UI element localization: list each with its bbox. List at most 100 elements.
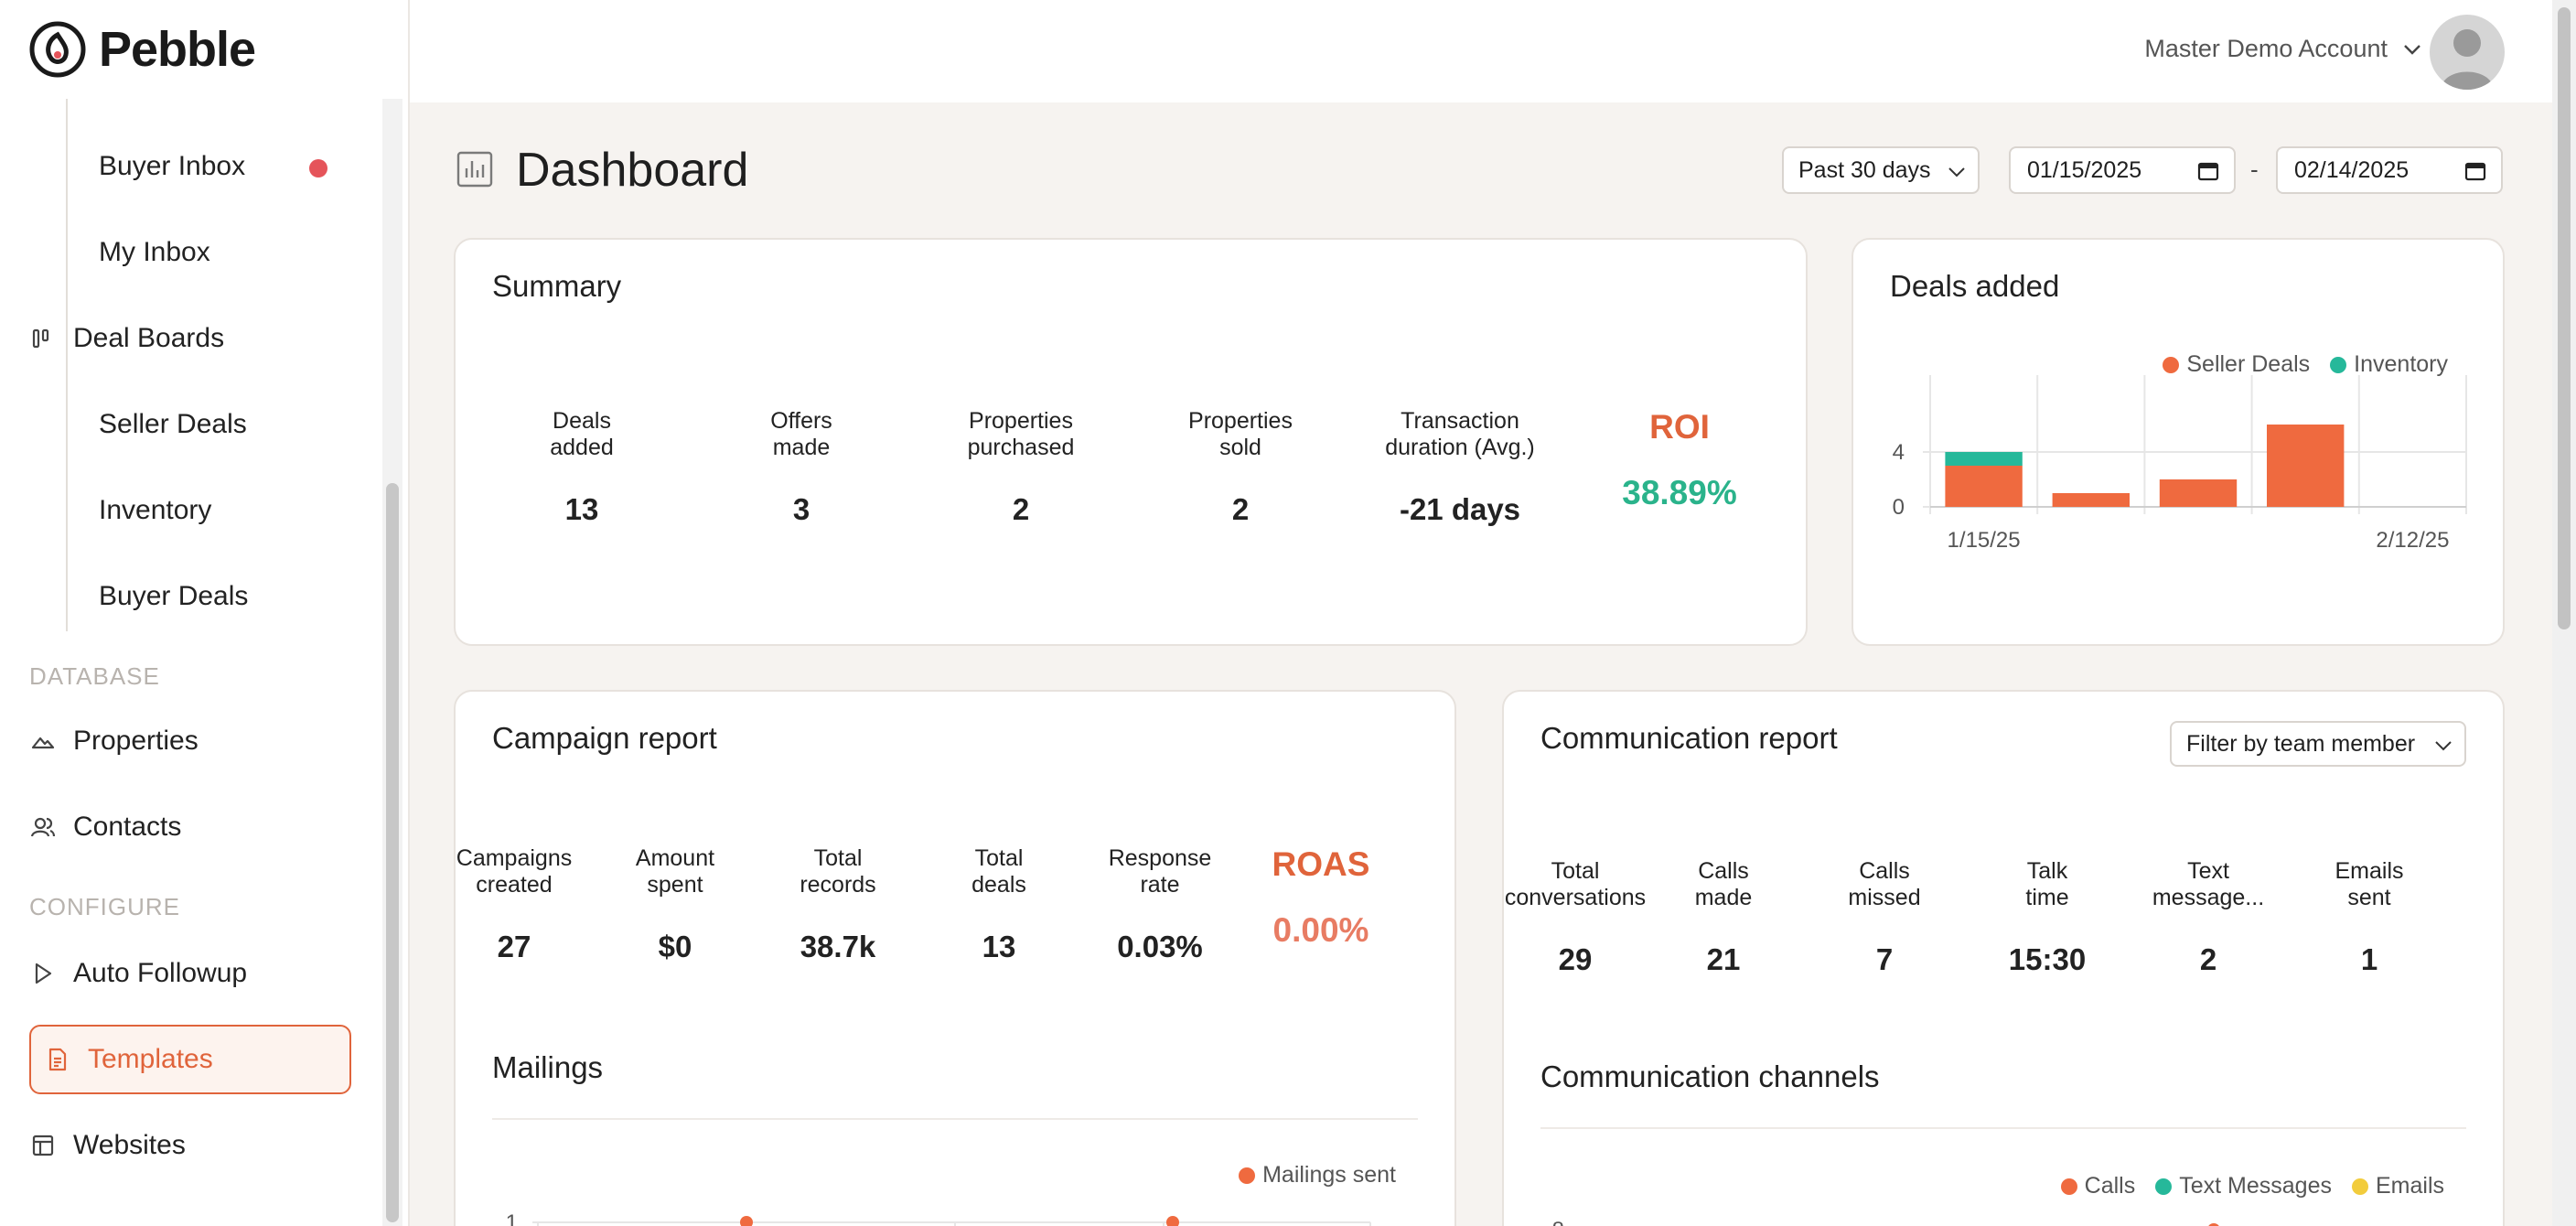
layout-icon [29,1132,57,1159]
metric-value: 3 [792,492,810,526]
date-to-input[interactable]: 02/14/2025 [2276,146,2503,194]
metric-label: created [476,872,553,898]
sidebar-item-label: My Inbox [99,237,210,267]
channels-chart: 8 [1552,1218,2219,1226]
top-bar: Master Demo Account [410,0,2552,102]
channels-legend: Calls Text Messages Emails [2060,1173,2444,1199]
legend-swatch-seller [2163,356,2180,373]
metric-total-deals: Total deals 13 [907,845,1090,964]
y-tick-label: 1 [506,1210,518,1226]
team-member-filter[interactable]: Filter by team member [2170,721,2466,767]
sidebar-item-auto-followup[interactable]: Auto Followup [29,939,351,1008]
users-icon [29,813,57,841]
metric-label: Text [2187,858,2229,884]
columns-icon [29,325,57,352]
metric-label: conversations [1504,885,1647,910]
metric-label: spent [647,872,703,898]
metric-total-records: Total records 38.7k [746,845,929,964]
metric-talk-time: Talk time 15:30 [1956,858,2139,977]
summary-title: Summary [492,269,622,303]
legend-label-emails[interactable]: Emails [2376,1173,2444,1199]
metric-properties-sold: Properties sold 2 [1149,408,1332,527]
legend-swatch-mailings [1239,1167,1256,1184]
sidebar-item-label: Contacts [73,812,182,842]
date-range-select[interactable]: Past 30 days [1782,146,1980,194]
legend-label-calls[interactable]: Calls [2085,1173,2136,1199]
metric-roas: ROAS 0.00% [1229,845,1412,950]
sidebar-item-templates[interactable]: Templates [29,1025,351,1094]
metric-label: Deals [553,408,611,434]
sidebar-item-deal-boards[interactable]: Deal Boards [29,304,351,373]
metric-label: deals [971,872,1026,898]
sidebar-item-seller-deals[interactable]: Seller Deals [99,390,351,459]
sidebar: Pebble Buyer Inbox My Inbox Deal Boards … [0,0,410,1226]
app-name: Pebble [99,22,256,77]
sidebar-item-buyer-inbox[interactable]: Buyer Inbox [99,132,351,201]
metric-value: 15:30 [2008,942,2087,976]
metric-label: Response [1108,845,1212,871]
deals-added-title: Deals added [1890,269,2060,303]
metric-offers-made: Offers made 3 [710,408,893,527]
date-from-value: 01/15/2025 [2027,156,2142,183]
app-logo[interactable]: Pebble [27,20,256,79]
page-title: Dashboard [516,144,749,197]
metric-transaction-duration: Transaction duration (Avg.) -21 days [1368,408,1551,527]
metric-value: -21 days [1399,492,1521,526]
metric-label: made [772,435,831,460]
metric-label: Emails [2334,858,2404,884]
metric-label: Total [813,845,863,871]
sidebar-scroll-thumb[interactable] [386,483,399,1222]
date-to-value: 02/14/2025 [2294,156,2410,183]
play-icon [29,960,57,987]
filter-label: Filter by team member [2186,730,2416,757]
legend-swatch-calls [2060,1178,2077,1195]
sidebar-item-label: Auto Followup [73,958,248,988]
metric-label: duration (Avg.) [1385,435,1535,460]
metric-label: purchased [967,435,1075,460]
sidebar-item-inventory[interactable]: Inventory [99,476,351,545]
legend-swatch-inventory [2330,356,2347,373]
y-tick-label: 4 [1893,440,1905,465]
document-icon [44,1046,71,1073]
sidebar-scrollbar[interactable] [382,99,402,1226]
sidebar-item-websites[interactable]: Websites [29,1111,351,1180]
account-name: Master Demo Account [2144,35,2388,62]
page-scrollbar[interactable] [2552,0,2576,1226]
metric-label: sold [1219,435,1261,460]
x-tick-label: 1/15/25 [1948,528,2021,553]
sidebar-item-label: Seller Deals [99,409,247,439]
metric-properties-purchased: Properties purchased 2 [929,408,1112,527]
legend-swatch-texts [2155,1178,2173,1195]
campaign-title: Campaign report [492,721,717,755]
page-scroll-thumb[interactable] [2558,7,2571,629]
metric-deals-added: Deals added 13 [490,408,673,527]
sidebar-item-my-inbox[interactable]: My Inbox [99,218,351,287]
date-range-value: Past 30 days [1798,156,1931,183]
metric-label: Total [1551,858,1600,884]
legend-label-mailings[interactable]: Mailings sent [1262,1162,1396,1188]
mailings-chart: 1 [506,1210,1371,1226]
unread-dot [309,159,327,177]
metric-value: 21 [1706,942,1741,976]
sidebar-item-label: Buyer Inbox [99,151,246,181]
data-point-mailings [1166,1216,1179,1226]
data-point-mailings [740,1216,753,1226]
metric-calls-missed: Calls missed 7 [1793,858,1976,977]
metric-label: made [1694,885,1753,910]
chevron-down-icon [2404,44,2420,55]
metric-value: 38.7k [800,930,876,963]
metric-value: 2 [1012,492,1030,526]
channels-title: Communication channels [1540,1059,1880,1093]
sidebar-item-properties[interactable]: Properties [29,706,351,776]
date-from-input[interactable]: 01/15/2025 [2009,146,2236,194]
mountain-icon [29,727,57,755]
metric-label: missed [1848,885,1921,910]
chevron-down-icon [1948,167,1965,177]
legend-label-texts[interactable]: Text Messages [2179,1173,2332,1199]
sidebar-item-contacts[interactable]: Contacts [29,792,351,862]
sidebar-item-label: Buyer Deals [99,581,249,611]
account-menu[interactable]: Master Demo Account [2144,35,2424,63]
metric-value: 2 [2199,942,2217,976]
sidebar-item-buyer-deals[interactable]: Buyer Deals [99,562,351,631]
avatar[interactable] [2430,15,2505,90]
